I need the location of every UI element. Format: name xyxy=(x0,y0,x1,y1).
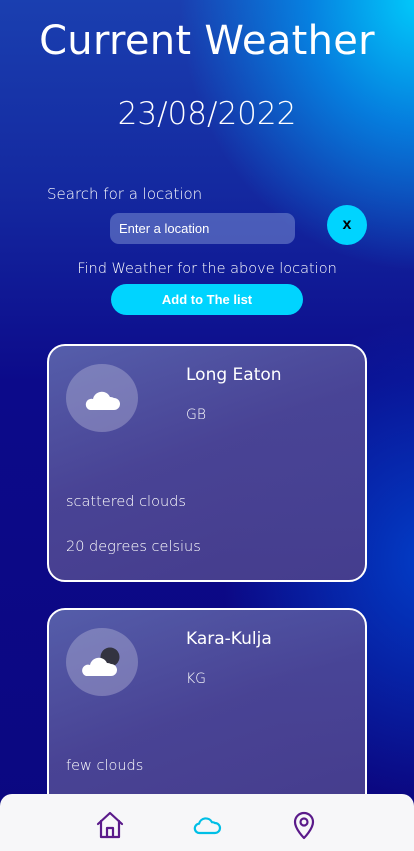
location-pin-icon[interactable] xyxy=(289,810,319,840)
add-to-list-button[interactable]: Add to The list xyxy=(111,284,303,315)
home-icon[interactable] xyxy=(95,810,125,840)
card-city: Kara-Kulja xyxy=(186,629,272,649)
current-date: 23/08/2022 xyxy=(117,96,297,132)
card-description: scattered clouds xyxy=(66,494,186,510)
weather-card: Long Eaton GB scattered clouds 20 degree… xyxy=(47,344,367,582)
cloud-moon-icon xyxy=(66,628,138,696)
card-city: Long Eaton xyxy=(186,365,282,385)
cloud-icon xyxy=(66,364,138,432)
card-country: GB xyxy=(186,407,207,423)
location-search-input[interactable] xyxy=(110,213,295,244)
clear-button[interactable]: x xyxy=(327,205,367,245)
cloud-icon[interactable] xyxy=(192,810,222,840)
card-country: KG xyxy=(186,671,207,687)
find-weather-text: Find Weather for the above location xyxy=(77,261,337,277)
card-temperature: 20 degrees celsius xyxy=(66,539,201,555)
search-label: Search for a location xyxy=(47,185,203,203)
bottom-navigation xyxy=(0,794,414,851)
page-title: Current Weather xyxy=(39,18,375,64)
card-description: few clouds xyxy=(66,758,144,774)
